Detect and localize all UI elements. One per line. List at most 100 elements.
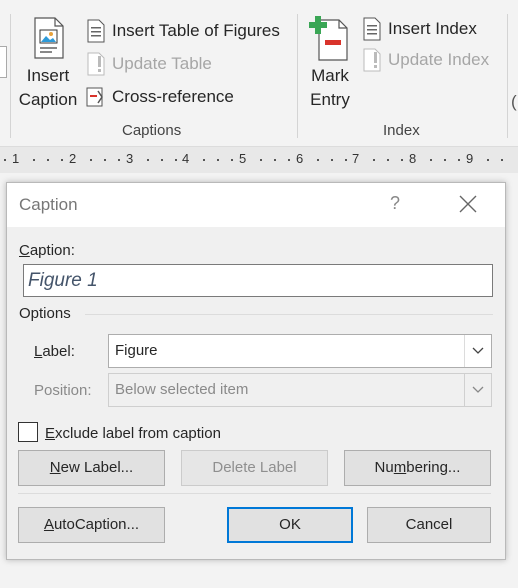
ruler-number: 5 [239,151,247,166]
cross-reference-label: Cross-reference [112,87,234,106]
exclude-text: xclude label from caption [55,425,221,442]
chevron-down-icon [472,386,484,393]
new-label-text: ew Label... [60,459,134,476]
ribbon-separator [507,14,508,138]
label-select-value: Figure [115,342,158,359]
ruler-tick [118,159,120,161]
ruler-tick [33,159,35,161]
partial-control [0,46,7,78]
insert-index-button[interactable]: Insert Index [362,14,512,44]
ruler-tick [217,159,219,161]
button-divider [18,493,491,494]
ruler-tick [260,159,262,161]
update-table-label: Update Table [112,54,212,73]
ribbon-separator [297,14,298,138]
caption-input-value: Figure 1 [28,270,98,291]
caption-input[interactable]: Figure 1 [23,264,493,297]
delete-label-button[interactable]: Delete Label [181,450,328,486]
numbering-button[interactable]: Numbering... [344,450,491,486]
autocaption-text: utoCaption... [53,516,140,533]
partial-button-edge: ( [511,92,517,111]
new-label-button[interactable]: New Label... [18,450,165,486]
ruler-tick [317,159,319,161]
ruler-tick [373,159,375,161]
ok-button[interactable]: OK [227,507,353,543]
ruler-tick [231,159,233,161]
ruler-number: 4 [182,151,190,166]
ruler-number: 9 [466,151,474,166]
caption-dialog: Caption ? Caption: Figure 1 Options Labe… [6,182,506,560]
ruler-tick [387,159,389,161]
ruler-tick [501,159,503,161]
ruler-tick [90,159,92,161]
ruler-tick [458,159,460,161]
ruler-tick [61,159,63,161]
ribbon-separator [10,14,11,138]
update-table-button[interactable]: Update Table [86,49,292,79]
insert-caption-label-1: Insert [26,66,70,85]
insert-index-icon [363,17,381,41]
update-index-icon [363,48,381,72]
mark-entry-button[interactable]: Mark Entry [304,16,356,116]
ruler-number: 6 [296,151,304,166]
position-dropdown-arrow[interactable] [464,374,491,406]
index-group-label: Index [383,122,420,139]
insert-table-of-figures-label: Insert Table of Figures [112,21,280,40]
captions-group-label: Captions [122,122,182,139]
options-divider [85,314,493,315]
position-field-label: Position: [34,382,92,399]
cancel-button[interactable]: Cancel [367,507,491,543]
label-dropdown-arrow[interactable] [464,335,491,367]
update-index-button[interactable]: Update Index [362,45,512,75]
autocaption-accel: A [43,516,54,533]
mark-entry-label-2: Entry [310,90,350,109]
ruler-number: 2 [69,151,77,166]
ruler-number: 8 [409,151,417,166]
options-header: Options [19,305,71,322]
horizontal-ruler[interactable]: 1 2 3 4 5 6 7 8 9 [0,146,518,173]
table-of-figures-icon [87,19,105,43]
insert-caption-icon [34,17,64,59]
insert-index-label: Insert Index [388,19,477,38]
ruler-number: 3 [126,151,134,166]
ruler-tick [203,159,205,161]
label-label-text: abel: [42,343,75,360]
ruler-tick [4,159,6,161]
mark-entry-icon [309,16,348,61]
ruler-tick [331,159,333,161]
caption-field-label: Caption: [19,242,75,259]
ruler-tick [401,159,403,161]
position-select-value: Below selected item [115,381,249,398]
label-select[interactable]: Figure [108,334,492,368]
ribbon: Insert Caption Insert Table of Figures U… [0,0,518,146]
ruler-tick [104,159,106,161]
insert-table-of-figures-button[interactable]: Insert Table of Figures [86,16,292,46]
insert-caption-label-2: Caption [18,90,78,109]
ruler-tick [161,159,163,161]
caption-label-text: aption: [29,242,75,259]
dialog-title: Caption [19,195,78,214]
ruler-number: 1 [12,151,20,166]
label-field-label: Label: [34,343,75,360]
exclude-label-checkbox[interactable] [18,422,38,442]
update-table-icon [87,52,105,76]
numbering-text-2: bering... [406,459,461,476]
caption-label-accel: C [19,242,30,259]
ruler-tick [345,159,347,161]
ruler-number: 7 [352,151,360,166]
ruler-tick [487,159,489,161]
autocaption-button[interactable]: AutoCaption... [18,507,165,543]
position-select[interactable]: Below selected item [108,373,492,407]
ruler-tick [147,159,149,161]
exclude-label-text: Exclude label from caption [45,425,221,442]
cross-reference-button[interactable]: Cross-reference [86,82,292,112]
ruler-tick [288,159,290,161]
ruler-tick [430,159,432,161]
close-icon[interactable] [457,193,479,215]
insert-caption-button[interactable]: Insert Caption [14,16,82,116]
exclude-accel: E [45,425,56,442]
help-icon[interactable]: ? [390,193,400,214]
mark-entry-label-1: Mark [311,66,349,85]
dialog-titlebar[interactable]: Caption ? [7,183,505,227]
ruler-tick [444,159,446,161]
